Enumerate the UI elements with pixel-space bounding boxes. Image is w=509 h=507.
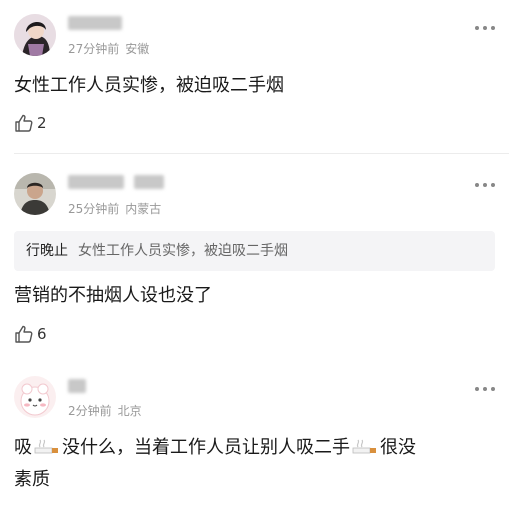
thumbs-up-icon [15,114,33,132]
comment-location: 内蒙古 [125,202,162,216]
comment-text: 吸 没什么，当着工作人员让别人吸二手 很没素质 [14,432,495,496]
comment-text-part: 吸 [14,437,32,458]
more-dots-icon[interactable] [475,182,495,188]
avatar-image [14,173,56,215]
quoted-username: 行晚止 [26,243,68,259]
cigarette-icon [352,439,376,454]
comment-text: 女性工作人员实惨，被迫吸二手烟 [14,75,284,96]
comment-item: 25分钟前 内蒙古 行晚止 女性工作人员实惨，被迫吸二手烟 营销的不抽烟人设也没了 … [0,160,509,360]
comment-meta: 2分钟前 北京 [68,402,142,419]
like-count: 6 [37,325,47,343]
like-button[interactable]: 6 [14,323,47,345]
avatar[interactable] [14,376,56,418]
like-count: 2 [37,114,47,132]
comment-text-part: 很没 [380,437,416,458]
more-dots-icon[interactable] [475,386,495,392]
avatar-image [14,14,56,56]
comment-text: 营销的不抽烟人设也没了 [14,285,212,306]
username-redacted [68,175,124,189]
comment-location: 安徽 [125,42,150,56]
comment-location: 北京 [117,404,142,418]
comment-meta: 27分钟前 安徽 [68,40,149,57]
username-redacted [134,175,164,189]
like-button[interactable]: 2 [14,112,47,134]
comment-text-part: 没什么，当着工作人员让别人吸二手 [62,437,350,458]
comment-text-part: 素质 [14,469,50,490]
comment-meta: 25分钟前 内蒙古 [68,200,161,217]
comment-item: 27分钟前 安徽 女性工作人员实惨，被迫吸二手烟 2 [0,0,509,154]
quoted-reply[interactable]: 行晚止 女性工作人员实惨，被迫吸二手烟 [14,231,495,271]
thumbs-up-icon [15,325,33,343]
avatar-image [14,376,56,418]
cigarette-icon [34,439,58,454]
comment-item: 2分钟前 北京 吸 没什么，当着工作人员让别人吸二手 很没素质 [0,362,509,507]
username-redacted [68,379,86,393]
avatar[interactable] [14,14,56,56]
avatar[interactable] [14,173,56,215]
comment-time: 27分钟前 [68,42,120,56]
username-redacted [68,16,122,30]
quoted-text: 女性工作人员实惨，被迫吸二手烟 [78,243,288,259]
divider [14,153,509,154]
more-dots-icon[interactable] [475,25,495,31]
comment-time: 2分钟前 [68,404,112,418]
comment-time: 25分钟前 [68,202,120,216]
